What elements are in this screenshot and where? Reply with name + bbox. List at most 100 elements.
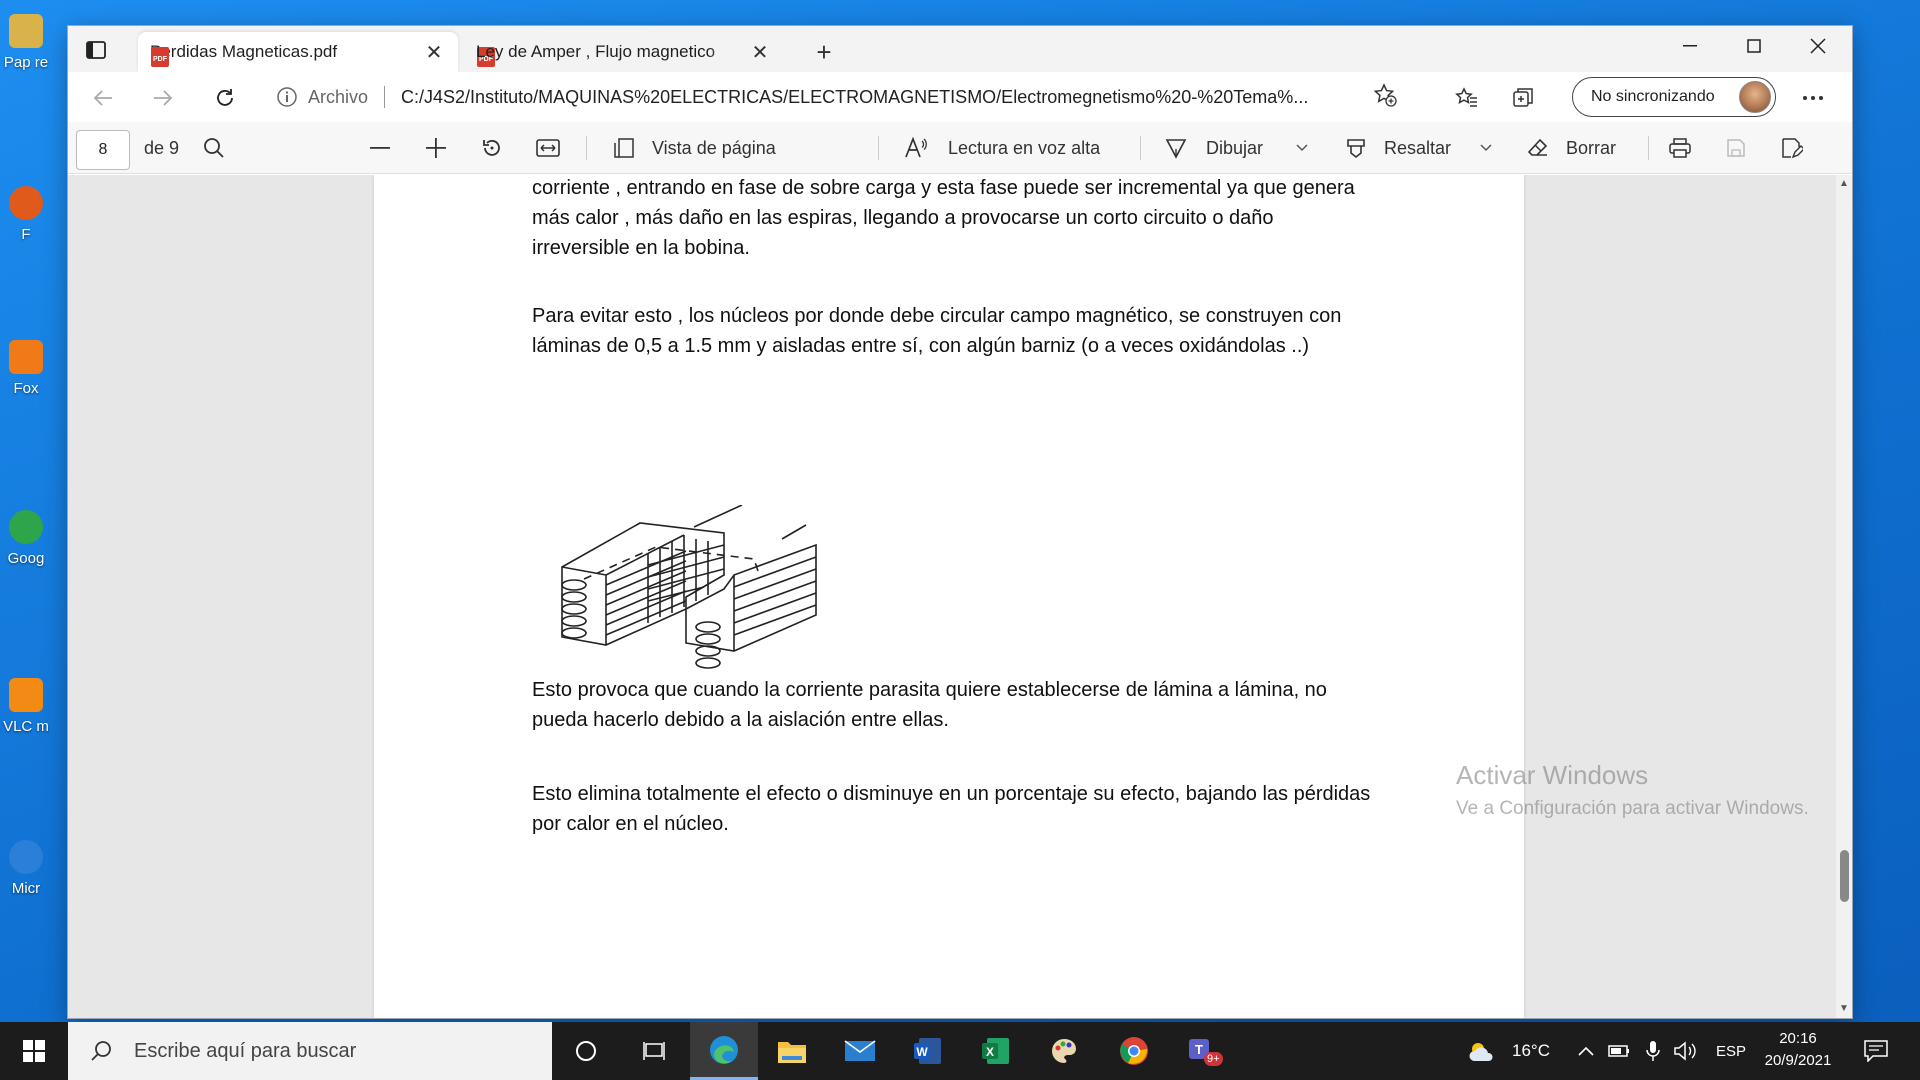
close-tab-button[interactable]: ✕ [748,40,772,64]
task-view-icon [643,1042,665,1060]
scroll-up-icon[interactable]: ▲ [1839,179,1849,189]
desktop-icon[interactable]: Fox [0,340,52,397]
taskbar-file-explorer[interactable] [758,1022,826,1080]
maximize-icon [1747,39,1761,53]
search-icon[interactable] [202,136,226,160]
start-button[interactable] [0,1022,68,1080]
collections-icon [1513,88,1533,107]
highlight-button[interactable]: Resaltar [1384,122,1451,174]
taskbar-chrome[interactable] [1100,1022,1168,1080]
clock[interactable]: 20:16 20/9/2021 [1752,1028,1844,1072]
print-icon[interactable] [1668,136,1692,160]
scrollbar-thumb[interactable] [1840,850,1849,902]
search-placeholder: Escribe aquí para buscar [134,1039,357,1062]
pdf-viewer[interactable]: corriente , entrando en fase de sobre ca… [68,175,1842,1018]
read-aloud-icon[interactable] [904,136,928,160]
microsoft-edge-icon [9,840,43,874]
paint-palette-icon [1052,1039,1077,1063]
draw-button[interactable]: Dibujar [1206,122,1263,174]
maximize-button[interactable] [1722,26,1786,66]
page-view-button[interactable]: Vista de página [652,122,776,174]
document-paragraph: Para evitar esto , los núcleos por donde… [532,305,1342,357]
folder-icon [9,14,43,48]
zoom-out-icon[interactable] [368,136,392,160]
draw-icon[interactable] [1164,136,1188,160]
favorites-icon [1455,87,1477,107]
microphone-icon[interactable] [1646,1022,1660,1080]
favorites-button[interactable] [1450,81,1484,115]
battery-icon[interactable] [1608,1022,1630,1080]
refresh-button[interactable] [208,81,242,115]
info-icon[interactable] [274,84,300,110]
highlight-icon[interactable] [1344,136,1368,160]
settings-more-button[interactable] [1796,81,1830,115]
collections-button[interactable] [1506,81,1540,115]
taskbar-teams[interactable]: T 9+ [1168,1022,1236,1080]
add-favorite-icon[interactable] [1373,82,1397,112]
desktop-icon[interactable]: VLC m [0,678,52,735]
desktop-icon[interactable]: Micr [0,840,52,897]
desktop-icon-label: Pap re [3,54,49,71]
taskbar-mail[interactable] [826,1022,894,1080]
clock-time: 20:16 [1779,1030,1817,1047]
url-divider [384,86,386,108]
save-as-icon[interactable] [1780,136,1804,160]
weather-temperature[interactable]: 16°C [1512,1022,1550,1080]
taskbar-word[interactable]: W [894,1022,962,1080]
chevron-down-icon[interactable] [1290,136,1314,160]
minimize-button[interactable] [1658,26,1722,66]
tab-perdidas-magneticas[interactable]: PDF Perdidas Magneticas.pdf ✕ [138,32,458,72]
tab-ley-de-amper[interactable]: PDF Ley de Amper , Flujo magnetico ✕ [464,32,784,72]
clock-date: 20/9/2021 [1764,1052,1832,1069]
weather-icon[interactable] [1466,1022,1496,1080]
desktop-icon[interactable]: Pap re [0,14,52,71]
notifications-icon[interactable] [1864,1022,1888,1080]
microsoft-edge-icon [710,1035,738,1064]
vertical-scrollbar[interactable]: ▲ ▼ [1836,175,1852,1018]
arrow-left-icon [93,90,112,106]
forward-button[interactable] [146,81,180,115]
avatar [1739,81,1771,113]
fit-to-width-icon[interactable] [536,136,560,160]
zoom-in-icon[interactable] [424,136,448,160]
erase-button[interactable]: Borrar [1566,122,1616,174]
taskbar-edge[interactable] [690,1022,758,1080]
url-text[interactable]: C:/J4S2/Instituto/MAQUINAS%20ELECTRICAS/… [401,87,1351,108]
title-bar: PDF Perdidas Magneticas.pdf ✕ PDF Ley de… [68,26,1852,72]
cortana-button[interactable] [552,1022,620,1080]
save-icon[interactable] [1724,136,1748,160]
address-bar[interactable]: Archivo C:/J4S2/Instituto/MAQUINAS%20ELE… [268,78,1500,116]
app-icon [9,186,43,220]
tab-actions-button[interactable] [82,36,110,64]
desktop-icon-label: F [21,226,31,243]
scroll-down-icon[interactable]: ▼ [1839,1004,1849,1014]
tab-actions-icon [86,41,106,59]
page-number-input[interactable]: 8 [76,130,130,170]
eraser-icon[interactable] [1526,136,1550,160]
pdf-page: corriente , entrando en fase de sobre ca… [374,175,1524,1018]
taskbar-paint[interactable] [1030,1022,1098,1080]
volume-icon[interactable] [1674,1022,1698,1080]
chevron-up-icon[interactable] [1578,1022,1594,1080]
chevron-down-icon[interactable] [1474,136,1498,160]
page-view-icon[interactable] [612,136,636,160]
input-language[interactable]: ESP [1716,1022,1746,1080]
taskbar-excel[interactable]: X [962,1022,1030,1080]
google-chrome-icon [1120,1037,1148,1065]
desktop-icon-label: Goog [7,550,45,567]
taskbar-search-box[interactable]: Escribe aquí para buscar [68,1022,552,1080]
taskbar: Escribe aquí para buscar W X T 9+ 16°C E… [0,1022,1920,1080]
task-view-button[interactable] [620,1022,688,1080]
desktop-icon[interactable]: F [0,186,52,243]
new-tab-button[interactable]: + [810,37,838,67]
close-tab-button[interactable]: ✕ [422,40,446,64]
svg-text:PDF: PDF [153,56,168,63]
pdf-toolbar: 8 de 9 Vista de página Lectura en voz al… [68,122,1852,174]
close-window-button[interactable] [1786,26,1850,66]
desktop-icon[interactable]: Goog [0,510,52,567]
read-aloud-button[interactable]: Lectura en voz alta [948,122,1100,174]
back-button[interactable] [86,81,120,115]
mail-icon [844,1040,876,1061]
rotate-icon[interactable] [480,136,504,160]
profile-button[interactable]: No sincronizando [1572,77,1776,117]
